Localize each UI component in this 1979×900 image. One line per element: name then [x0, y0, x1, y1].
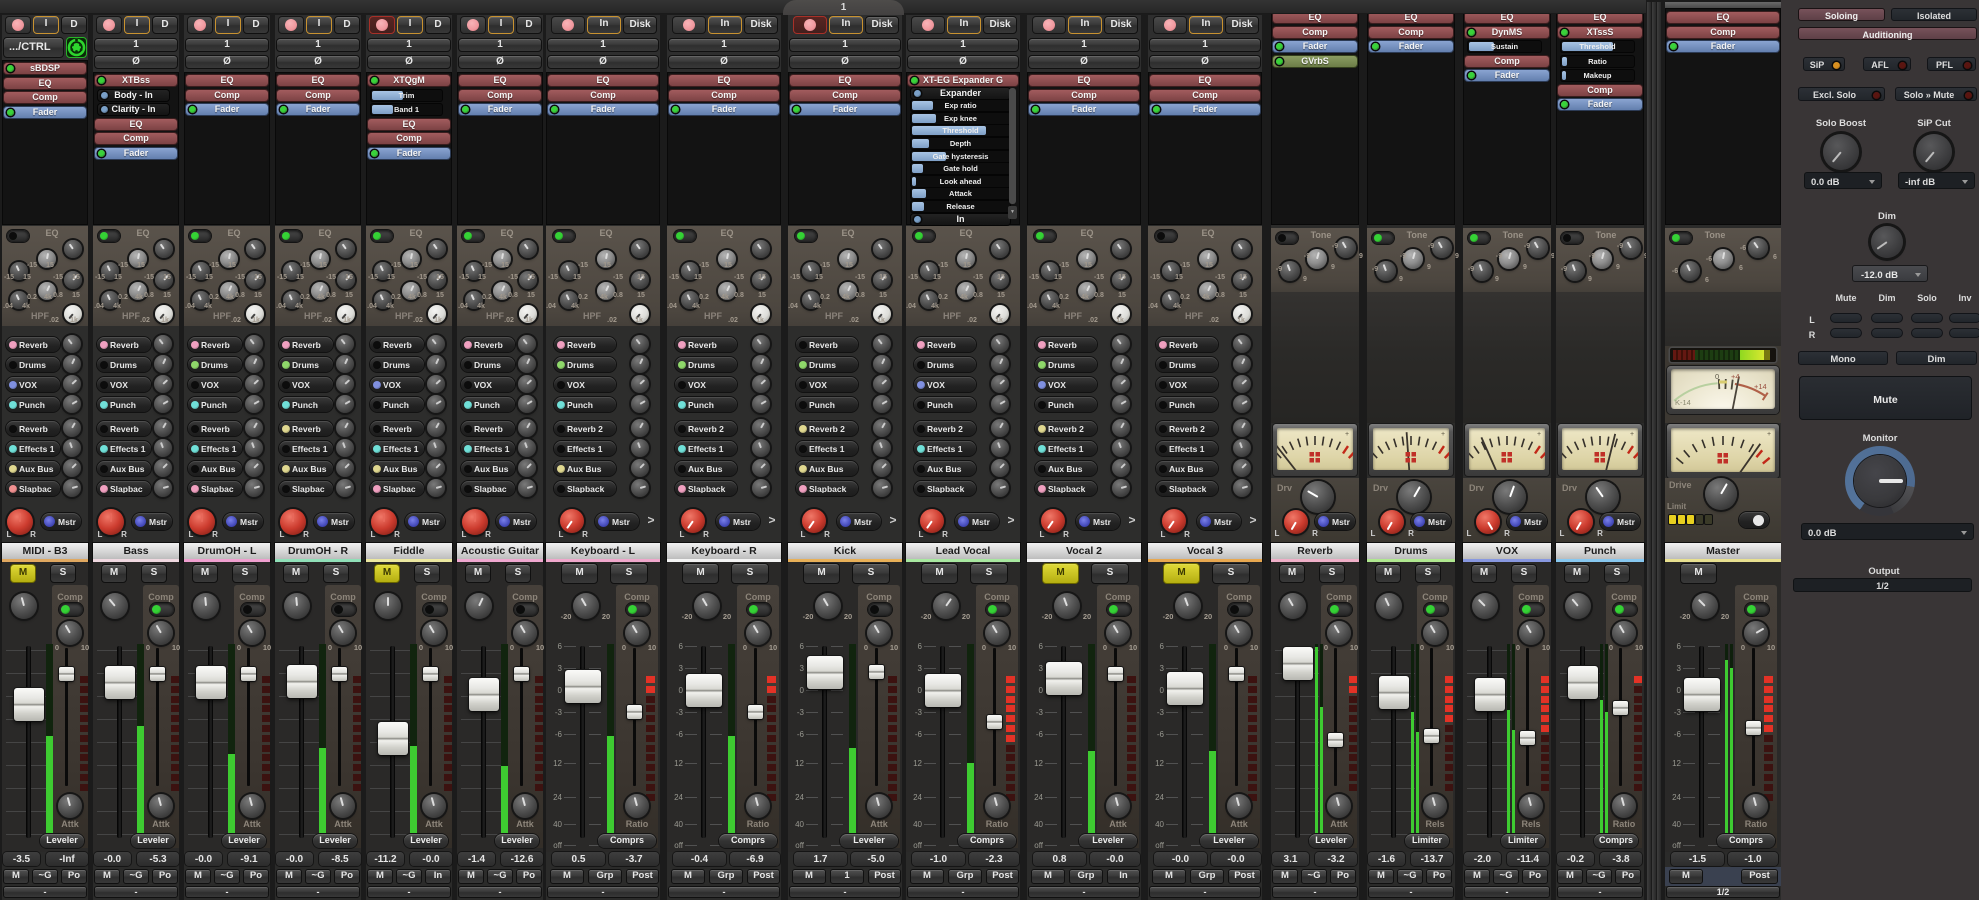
- svg-text:+4: +4: [1731, 372, 1740, 381]
- svg-text:0: 0: [1715, 372, 1719, 381]
- svg-text:+: +: [1441, 431, 1445, 438]
- svg-text:+: +: [1345, 431, 1349, 438]
- svg-text:+14: +14: [1754, 382, 1767, 391]
- svg-text:+: +: [1630, 431, 1634, 438]
- svg-text:+: +: [1767, 431, 1771, 438]
- svg-text:K-14: K-14: [1675, 398, 1691, 407]
- svg-text:+: +: [1537, 431, 1541, 438]
